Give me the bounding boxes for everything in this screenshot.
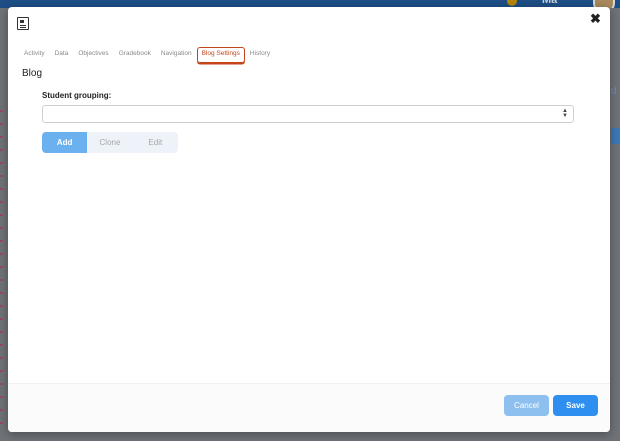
newspaper-icon <box>17 17 29 30</box>
clone-button[interactable]: Clone <box>87 132 132 153</box>
background-user-name: Ma <box>542 0 558 6</box>
modal-header: ✖ <box>8 7 610 41</box>
tab-navigation[interactable]: Navigation <box>156 47 197 63</box>
close-button[interactable]: ✖ <box>590 11 601 27</box>
tab-activity[interactable]: Activity <box>19 47 50 63</box>
tab-data[interactable]: Data <box>50 47 74 63</box>
cancel-button[interactable]: Cancel <box>504 395 549 416</box>
grouping-action-buttons: Add Clone Edit <box>42 132 178 153</box>
section-title: Blog <box>22 68 43 79</box>
activity-settings-modal: ✖ Activity Data Objectives Gradebook Nav… <box>8 7 610 432</box>
background-right-text: d <box>611 86 617 97</box>
select-arrows-icon: ▲ ▼ <box>562 108 568 119</box>
background-right-button <box>611 128 620 144</box>
student-grouping-select[interactable]: ▲ ▼ <box>42 105 574 123</box>
tab-gradebook[interactable]: Gradebook <box>114 47 156 63</box>
edit-button[interactable]: Edit <box>133 132 178 153</box>
add-button[interactable]: Add <box>42 132 88 153</box>
save-button[interactable]: Save <box>553 395 598 416</box>
background-right-panel <box>610 8 620 441</box>
background-bottom-panel <box>0 432 620 441</box>
background-row-markers <box>0 110 3 430</box>
tab-blog-settings[interactable]: Blog Settings <box>196 47 245 63</box>
tab-history[interactable]: History <box>245 47 275 63</box>
modal-footer: Cancel Save <box>8 383 610 432</box>
student-grouping-label: Student grouping: <box>42 91 112 100</box>
tab-objectives[interactable]: Objectives <box>73 47 113 63</box>
tab-bar: Activity Data Objectives Gradebook Navig… <box>19 47 275 63</box>
